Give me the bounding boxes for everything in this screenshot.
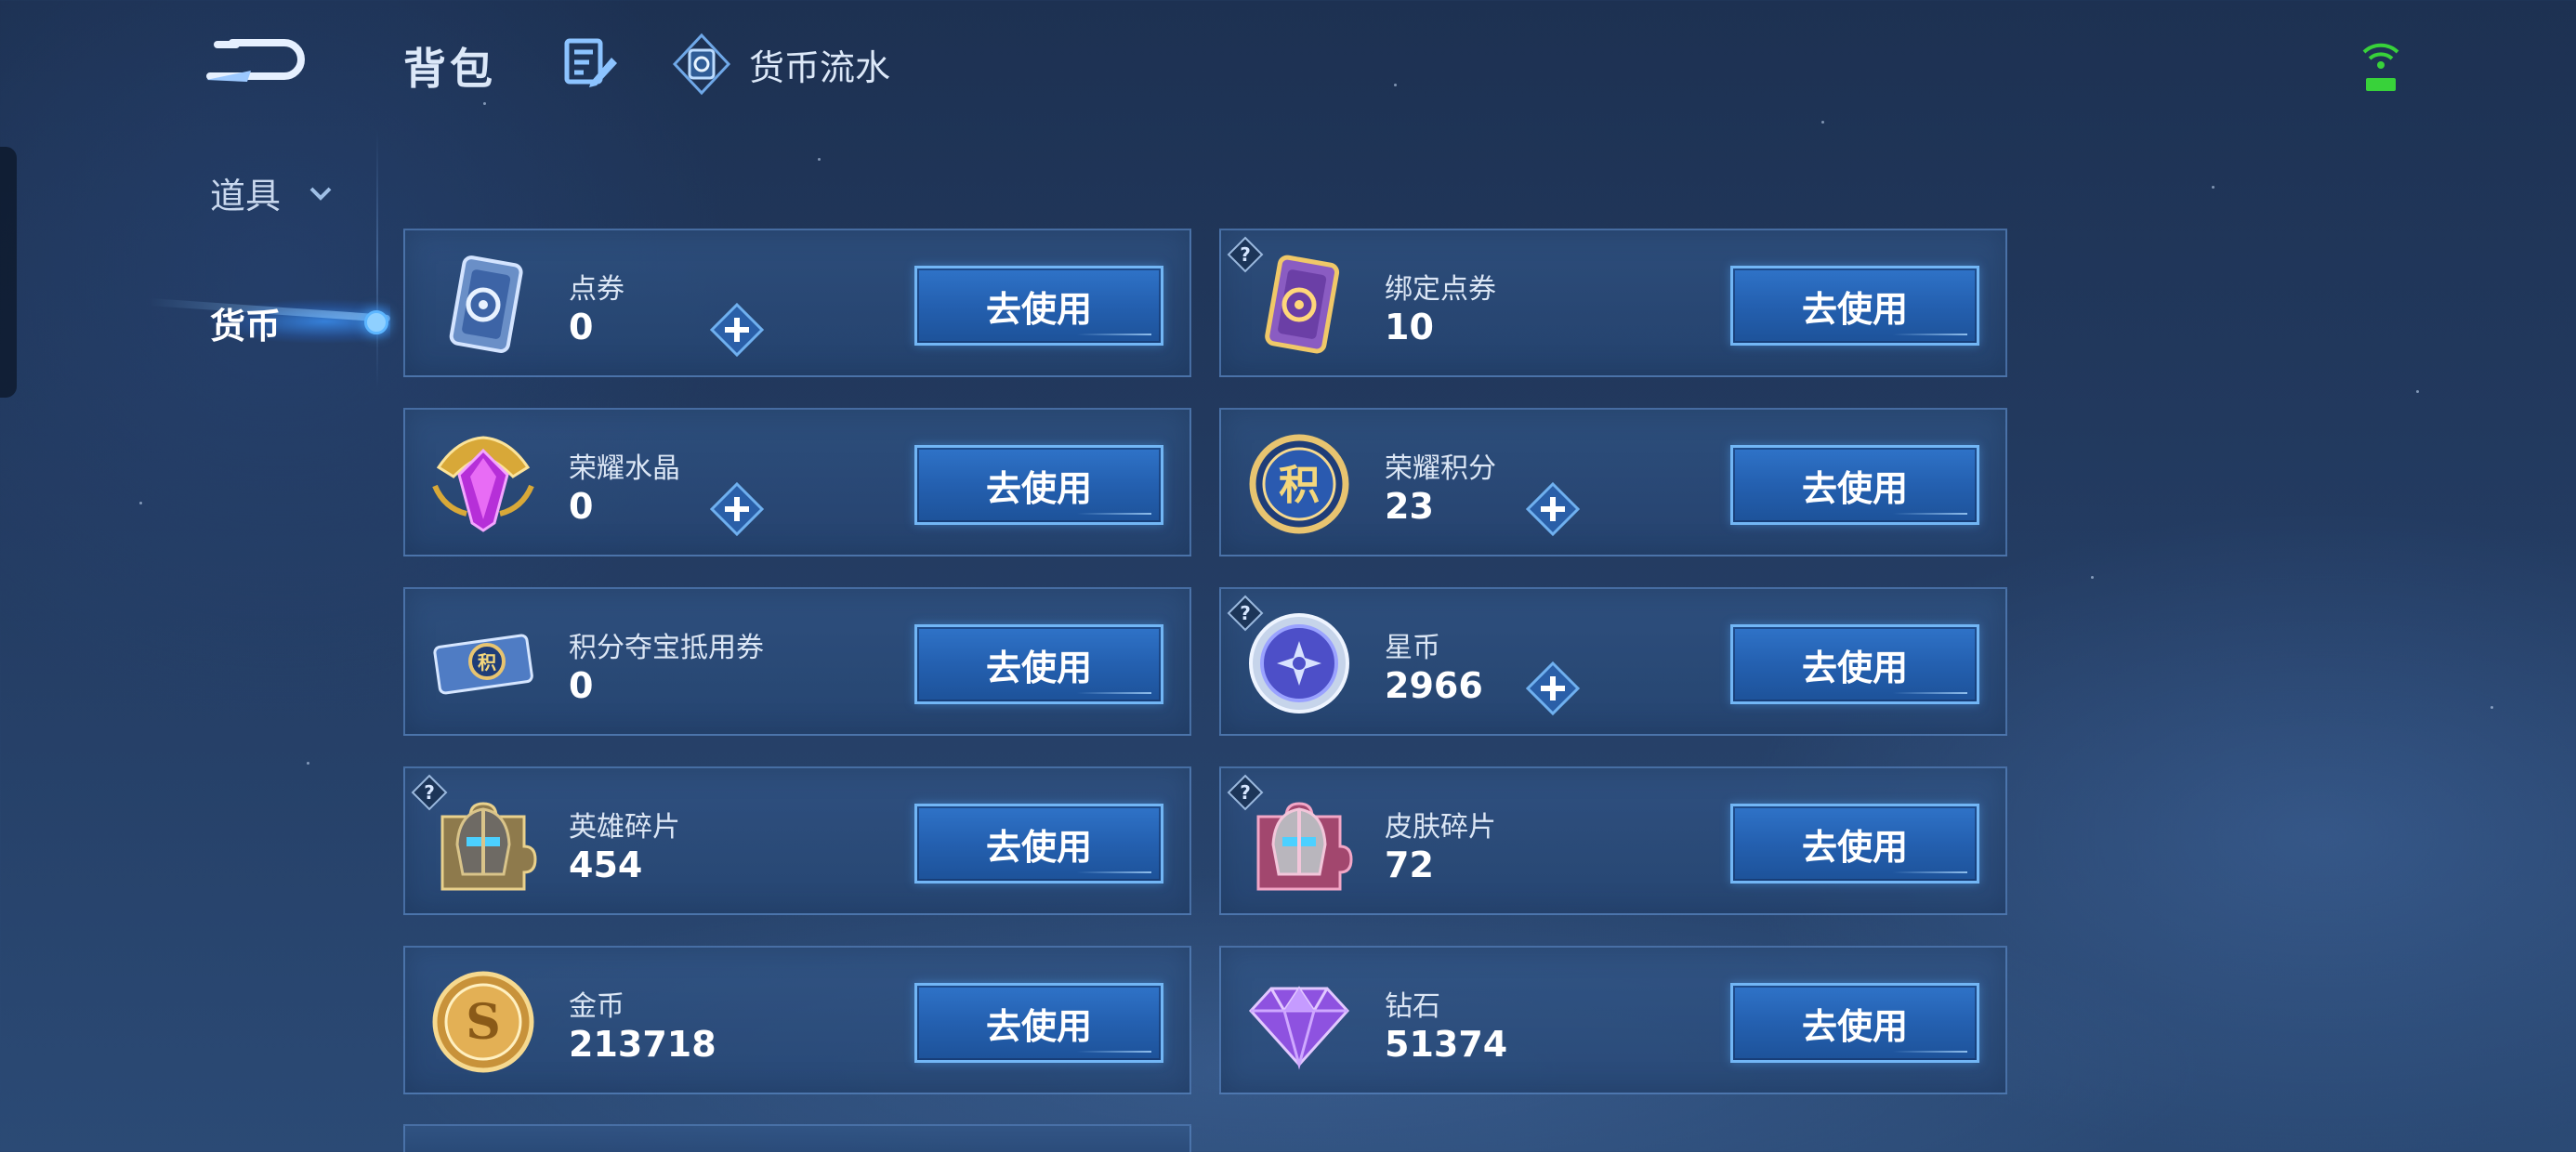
use-button[interactable]: 去使用	[914, 445, 1163, 525]
currency-amount: 72	[1385, 844, 1434, 885]
gold-coin-icon: S	[432, 971, 534, 1073]
currency-name: 荣耀积分	[1385, 452, 1496, 485]
sidebar-item-label: 道具	[210, 176, 282, 216]
use-button[interactable]: 去使用	[914, 266, 1163, 346]
selected-indicator-dot	[364, 310, 388, 334]
star-coin-icon	[1249, 613, 1349, 713]
currency-card-partial	[403, 1124, 1191, 1152]
currency-name: 金币	[569, 990, 624, 1023]
add-glory-points-button[interactable]	[1524, 480, 1582, 538]
currency-name: 钻石	[1385, 990, 1440, 1023]
use-button[interactable]: 去使用	[1730, 445, 1979, 525]
edit-icon[interactable]	[563, 37, 619, 89]
svg-text:S: S	[466, 994, 501, 1051]
currency-card-glory-points: 积 荣耀积分 23 去使用	[1219, 408, 2007, 556]
diamond-icon	[1248, 986, 1350, 1070]
currency-name: 荣耀水晶	[569, 452, 680, 485]
page-title: 背包	[403, 44, 496, 94]
background-star	[307, 762, 309, 765]
background-star	[1394, 84, 1397, 86]
currency-card-gold-coin: S 金币 213718 去使用	[403, 946, 1191, 1094]
wifi-battery-icon	[2360, 37, 2401, 97]
background-star	[2416, 390, 2419, 393]
use-button[interactable]: 去使用	[1730, 983, 1979, 1063]
use-button[interactable]: 去使用	[914, 804, 1163, 884]
currency-amount: 213718	[569, 1024, 716, 1065]
sidebar-item-label: 货币	[210, 306, 282, 347]
currency-amount: 0	[569, 486, 594, 527]
use-button[interactable]: 去使用	[1730, 624, 1979, 704]
hero-fragment-icon	[440, 802, 537, 891]
currency-amount: 2966	[1385, 665, 1483, 706]
glory-crystal-icon	[432, 436, 534, 532]
svg-text:积: 积	[1279, 462, 1320, 509]
points-coupon-icon: 积	[433, 634, 533, 695]
currency-name: 皮肤碎片	[1385, 811, 1496, 844]
currency-card-bound-voucher: ? 绑定点券 10 去使用	[1219, 229, 2007, 377]
use-button[interactable]: 去使用	[914, 624, 1163, 704]
currency-amount: 23	[1385, 486, 1434, 527]
currency-name: 积分夺宝抵用券	[569, 632, 764, 664]
currency-name: 星币	[1385, 632, 1440, 664]
background-star	[2091, 576, 2094, 579]
chevron-down-icon	[309, 187, 332, 201]
currency-card-star-coin: ? 星币 2966 去使用	[1219, 587, 2007, 736]
currency-flow-link[interactable]: 货币流水	[669, 32, 890, 97]
background-star	[2491, 706, 2493, 709]
currency-amount: 0	[569, 665, 594, 706]
back-arrow-icon	[206, 39, 305, 82]
background-star	[1821, 121, 1824, 124]
currency-amount: 454	[569, 844, 643, 885]
add-star-coin-button[interactable]	[1524, 660, 1582, 717]
currency-amount: 0	[569, 307, 594, 347]
glory-points-icon: 积	[1249, 434, 1349, 534]
background-star	[483, 102, 486, 105]
currency-amount: 51374	[1385, 1024, 1508, 1065]
currency-name: 英雄碎片	[569, 811, 680, 844]
back-button[interactable]	[195, 30, 307, 85]
use-button[interactable]: 去使用	[914, 983, 1163, 1063]
sidebar-item-props[interactable]: 道具	[210, 167, 333, 218]
currency-card-diamond: 钻石 51374 去使用	[1219, 946, 2007, 1094]
currency-amount: 10	[1385, 307, 1434, 347]
currency-card-voucher: 点券 0 去使用	[403, 229, 1191, 377]
side-drawer-handle[interactable]	[0, 147, 17, 398]
currency-card-skin-fragment: ? 皮肤碎片 72 去使用	[1219, 766, 2007, 915]
currency-card-hero-fragment: ? 英雄碎片 454 去使用	[403, 766, 1191, 915]
background-star	[2212, 186, 2215, 189]
svg-text:积: 积	[478, 651, 496, 674]
voucher-gold-icon	[1265, 255, 1340, 354]
add-voucher-button[interactable]	[708, 301, 766, 359]
currency-name: 点券	[569, 273, 624, 306]
background-star	[139, 502, 142, 504]
background-star	[818, 158, 821, 161]
currency-card-glory-crystal: 荣耀水晶 0 去使用	[403, 408, 1191, 556]
voucher-blue-icon	[449, 255, 523, 353]
use-button[interactable]: 去使用	[1730, 804, 1979, 884]
use-button[interactable]: 去使用	[1730, 266, 1979, 346]
currency-flow-label: 货币流水	[749, 46, 891, 88]
add-glory-crystal-button[interactable]	[708, 480, 766, 538]
currency-name: 绑定点券	[1385, 273, 1496, 306]
currency-card-points-coupon: 积 积分夺宝抵用券 0 去使用	[403, 587, 1191, 736]
currency-flow-icon	[669, 32, 734, 97]
sidebar-item-currency[interactable]: 货币	[112, 266, 390, 368]
skin-fragment-icon	[1256, 802, 1353, 891]
